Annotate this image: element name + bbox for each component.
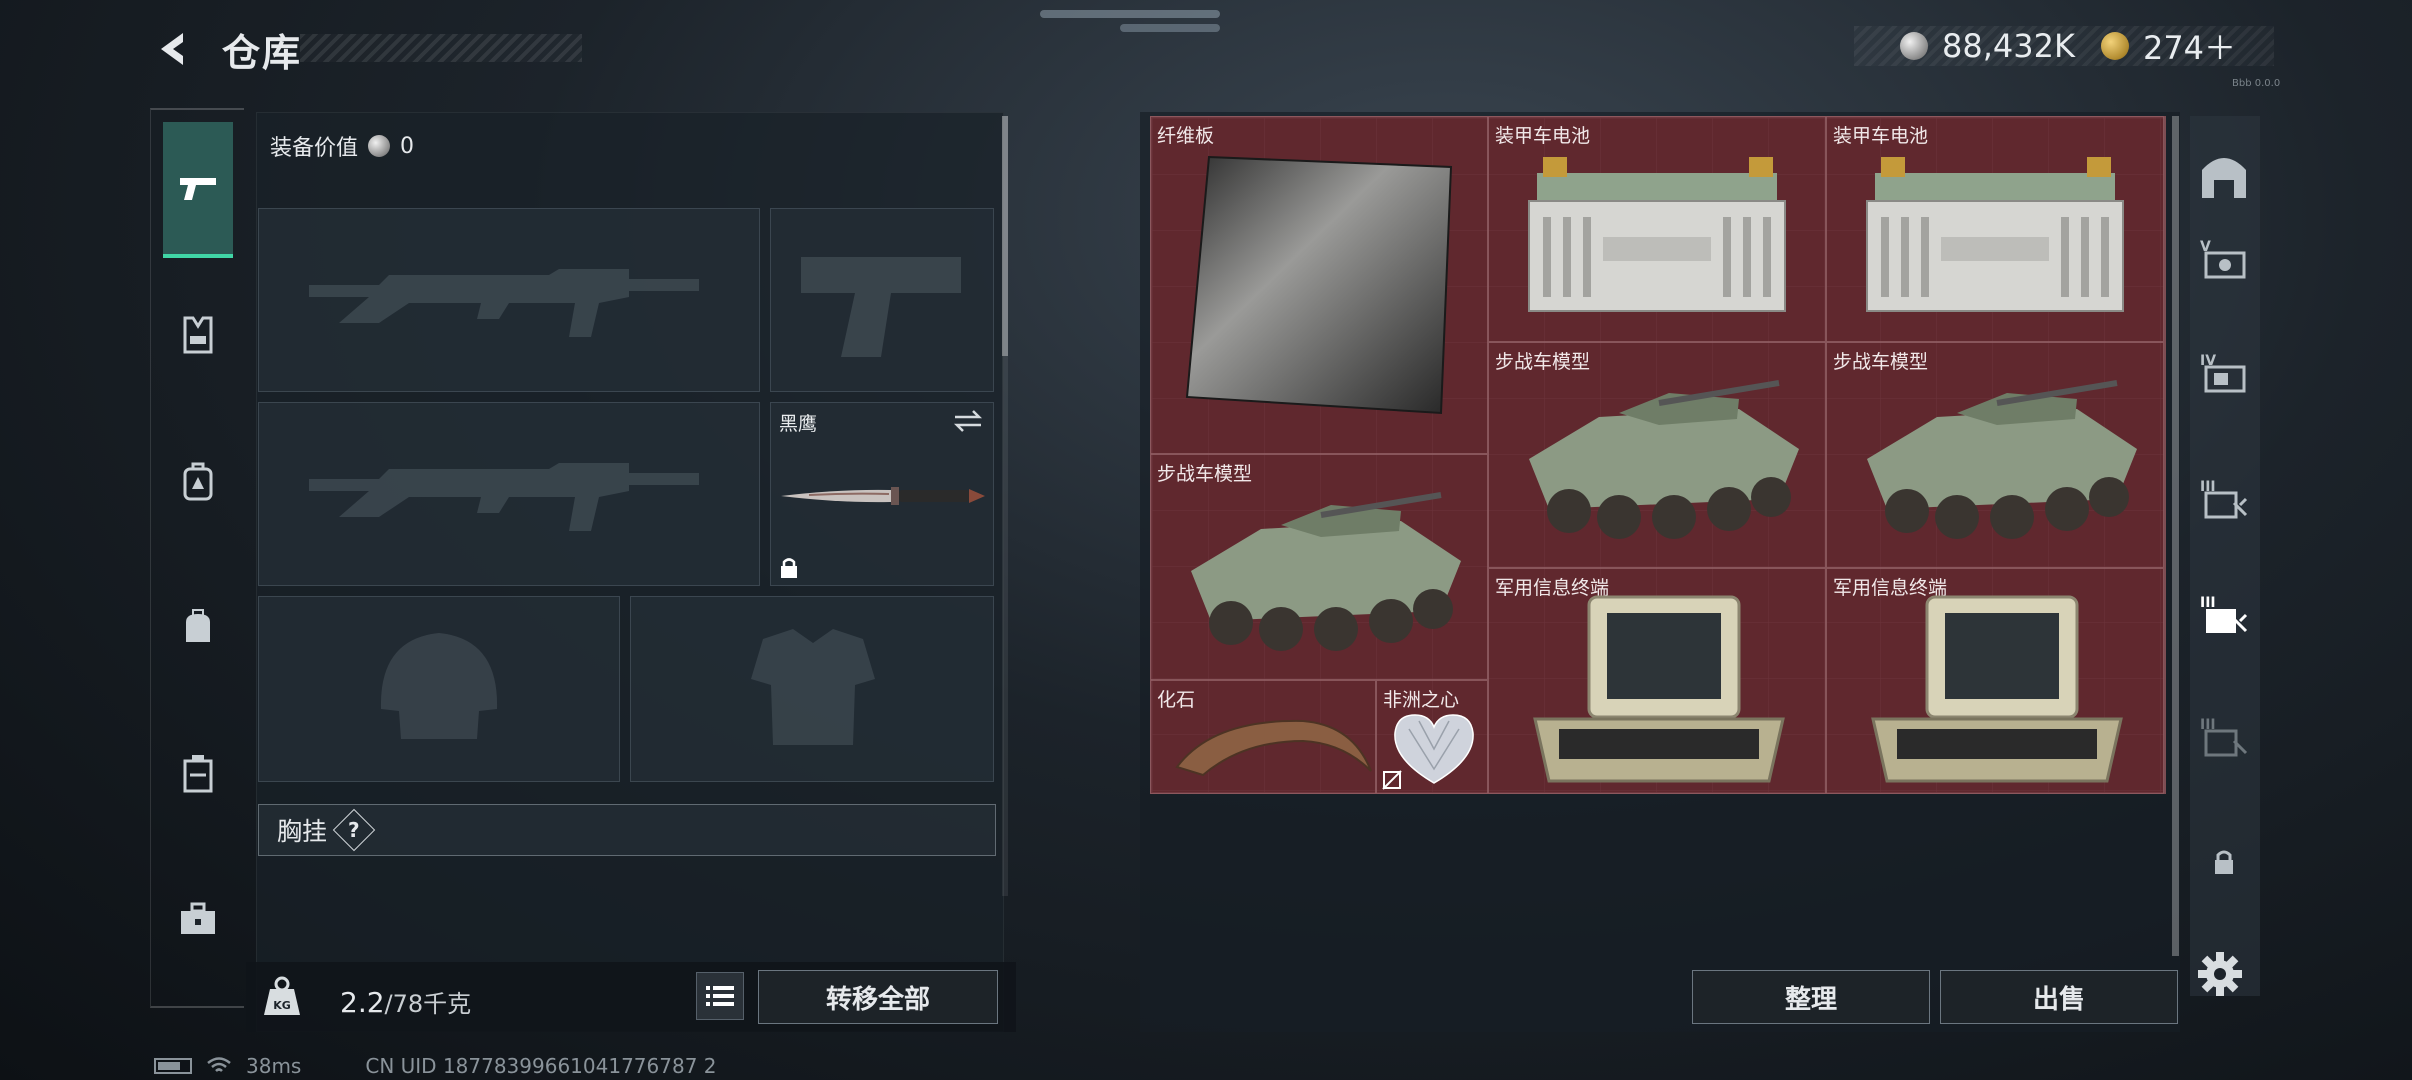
battery-item-icon (1866, 157, 2124, 312)
vault-icon (2202, 158, 2246, 198)
vest-icon (183, 316, 213, 354)
stash-item[interactable]: 装甲车电池 (1488, 116, 1826, 342)
terminal-icon (1871, 595, 2123, 783)
weight-text: 2.2/78千克 (340, 984, 471, 1019)
page-3-selected-icon: III (2200, 595, 2248, 633)
sell-button[interactable]: 出售 (1940, 970, 2178, 1024)
page-4-icon: IV (2200, 353, 2246, 393)
pistol-icon (180, 178, 216, 200)
knife-name: 黑鹰 (779, 413, 818, 435)
stash-page-5[interactable]: V (2194, 228, 2254, 288)
weight-current: 2.2 (340, 986, 385, 1019)
sort-button[interactable]: 整理 (1692, 970, 1930, 1024)
stash-page-3a[interactable]: III (2194, 468, 2254, 528)
toolbox-icon (181, 902, 215, 934)
stash-item[interactable]: 步战车模型 (1488, 342, 1826, 568)
stash-scrollbar[interactable] (2172, 116, 2179, 956)
gold-coin-icon (2100, 32, 2129, 60)
stash-item[interactable]: 化石 (1150, 680, 1376, 794)
ping-text: 38ms (246, 1054, 302, 1078)
backpack-icon (183, 462, 213, 501)
stash-page-3b[interactable]: III (2194, 584, 2254, 644)
page-5-icon: V (2200, 239, 2246, 279)
back-button[interactable] (150, 26, 196, 72)
ifv-model-icon (1867, 380, 2137, 539)
back-arrow-icon (161, 33, 183, 65)
settings-gear-icon[interactable] (2196, 950, 2244, 998)
ifv-model-icon (1191, 492, 1461, 651)
no-trade-icon (1382, 770, 1402, 790)
status-bar: 38ms CN UID 18778399661041776787 2 (154, 1054, 717, 1078)
gold-amount[interactable]: 274＋ (2143, 23, 2236, 69)
secondary-weapon-slot[interactable] (258, 402, 760, 586)
battery-icon (154, 1058, 192, 1074)
wifi-icon (207, 1057, 231, 1072)
stash-page-3c[interactable]: III (2194, 706, 2254, 766)
stash-item[interactable]: 军用信息终端 (1826, 568, 2164, 794)
helmet-slot[interactable] (258, 596, 620, 782)
rifle-silhouette-icon (309, 463, 699, 531)
fiberboard-icon (1185, 155, 1453, 415)
rail-weapons[interactable] (163, 122, 233, 258)
list-view-button[interactable] (696, 972, 744, 1020)
rail-armor[interactable] (163, 300, 233, 370)
title-hatch (300, 34, 582, 62)
stash-page-main[interactable] (2194, 146, 2254, 206)
page-3-icon: III (2200, 479, 2248, 519)
category-rail (150, 108, 244, 1008)
version-text: Bbb 0.0.0 (2232, 78, 2281, 89)
ifv-model-icon (1529, 380, 1799, 539)
helmet-silhouette-icon (380, 633, 498, 739)
melee-slot[interactable]: 黑鹰 (770, 402, 994, 586)
container-icon (183, 755, 213, 793)
svg-text:KG: KG (273, 999, 291, 1012)
stash-item[interactable]: 步战车模型 (1150, 454, 1488, 680)
chest-rig-slot[interactable]: 胸挂 ? (258, 804, 996, 856)
currency-bar: 88,432K 274＋ (1854, 23, 2274, 69)
armor-silhouette-icon (751, 629, 875, 745)
equipment-value-amount: 0 (400, 133, 415, 159)
stash-item[interactable]: 装甲车电池 (1826, 116, 2164, 342)
silver-coin-icon (368, 135, 391, 157)
stash-item[interactable]: 军用信息终端 (1488, 568, 1826, 794)
swap-icon[interactable] (953, 409, 983, 433)
stash-page-4[interactable]: IV (2194, 342, 2254, 402)
stash-page-locked[interactable] (2194, 832, 2254, 892)
armor-slot[interactable] (630, 596, 994, 782)
rail-container[interactable] (163, 738, 233, 808)
page-title: 仓库 (222, 31, 303, 75)
stash-item[interactable]: 非洲之心 (1376, 680, 1488, 794)
battery-item-icon (1528, 157, 1786, 312)
chest-rig-label: 胸挂 (277, 817, 328, 846)
lock-icon (781, 558, 797, 578)
help-icon[interactable]: ? (332, 808, 376, 852)
stash-item[interactable]: 步战车模型 (1826, 342, 2164, 568)
silver-coin-icon (1900, 32, 1928, 60)
equipment-scroll-thumb[interactable] (1002, 116, 1008, 356)
silver-amount: 88,432K (1942, 27, 2075, 65)
pistol-slot[interactable] (770, 208, 994, 392)
lock-icon (2215, 850, 2233, 874)
terminal-icon (1533, 595, 1785, 783)
stash-item[interactable]: 纤维板 (1150, 116, 1488, 454)
knife-icon (781, 487, 985, 505)
list-icon (706, 986, 734, 1006)
svg-text:III: III (2200, 595, 2216, 611)
page-3-dim-icon: III (2200, 717, 2248, 757)
pistol-silhouette-icon (801, 257, 961, 357)
weight-icon: KG (260, 975, 304, 1019)
uid-text: CN UID 18778399661041776787 2 (365, 1054, 717, 1078)
transfer-all-button[interactable]: 转移全部 (758, 970, 998, 1024)
rail-backpack[interactable] (163, 446, 233, 516)
rifle-silhouette-icon (309, 269, 699, 337)
equipment-value-label: 装备价值 (270, 136, 359, 161)
equipment-value: 装备价值 0 (270, 130, 414, 162)
rail-bag[interactable] (163, 592, 233, 662)
fossil-claw-icon (1175, 719, 1372, 777)
rail-toolbox[interactable] (163, 884, 233, 954)
bag-icon (186, 609, 210, 642)
primary-weapon-slot[interactable] (258, 208, 760, 392)
weight-max: /78千克 (384, 990, 472, 1018)
